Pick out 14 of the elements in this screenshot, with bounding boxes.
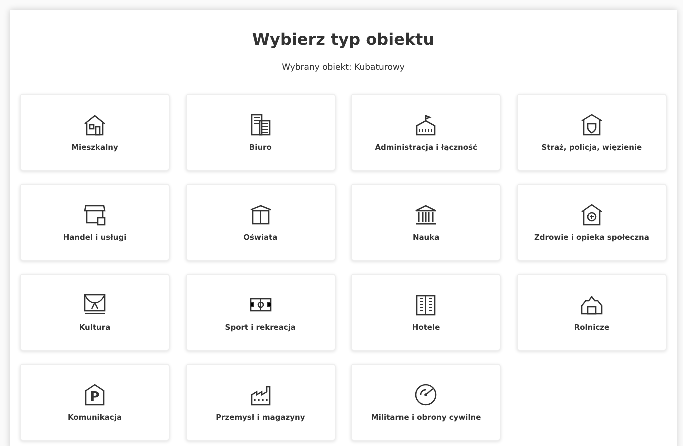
- barn-icon: [580, 293, 604, 317]
- house-icon: [83, 113, 107, 137]
- office-building-icon: [248, 113, 273, 137]
- theater-stage-icon: [83, 293, 107, 317]
- shop-icon: [83, 203, 107, 227]
- columned-building-icon: [414, 203, 438, 227]
- medical-building-icon: [580, 203, 604, 227]
- government-building-icon: [414, 113, 438, 137]
- school-building-icon: [248, 203, 273, 227]
- shield-building-icon: [580, 113, 604, 137]
- hotel-building-icon: [414, 293, 438, 317]
- parking-icon: P: [83, 383, 107, 407]
- selected-object-text: Wybrany obiekt: Kubaturowy: [281, 63, 406, 73]
- page-title: Wybierz typ obiektu: [251, 30, 436, 49]
